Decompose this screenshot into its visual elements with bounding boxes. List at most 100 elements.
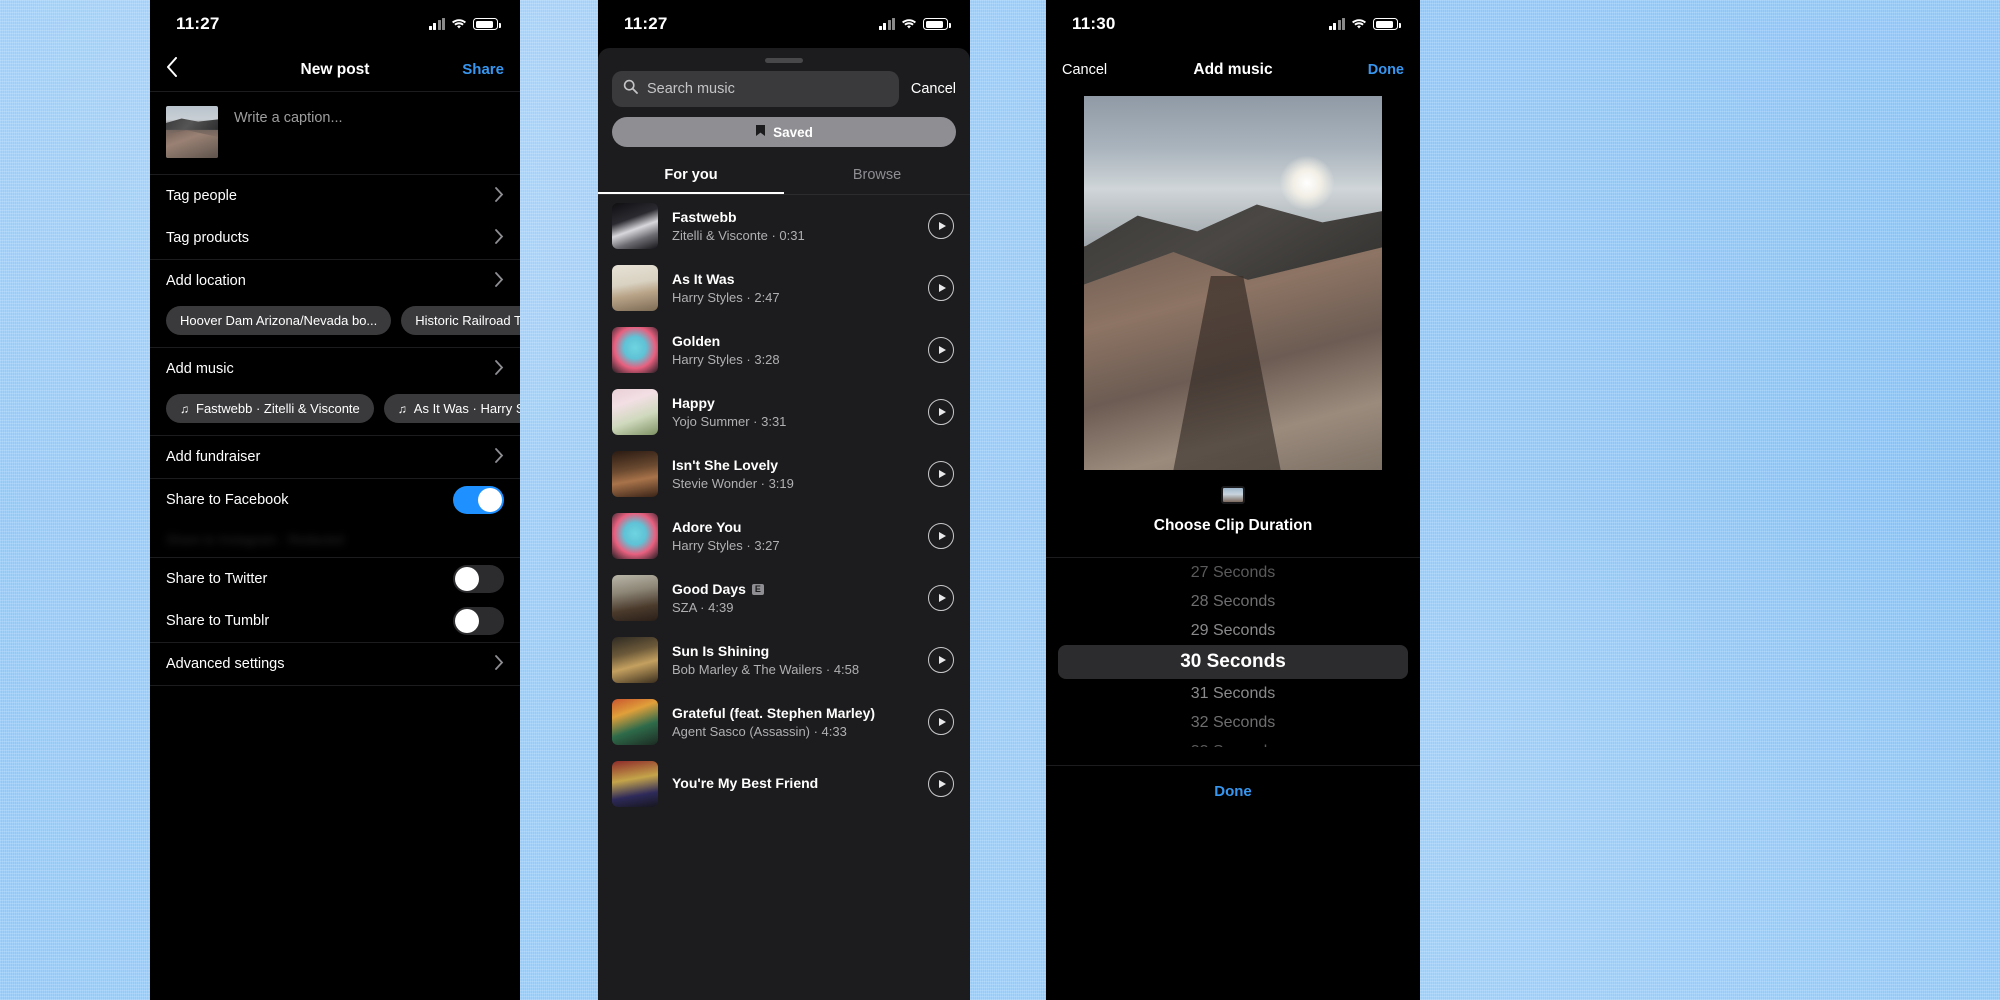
row-tag-people[interactable]: Tag people bbox=[150, 175, 520, 217]
toggle-row-facebook: Share to Facebook bbox=[150, 479, 520, 521]
music-note-icon: ♫ bbox=[180, 401, 189, 416]
play-button[interactable] bbox=[928, 337, 954, 363]
list-item[interactable]: You're My Best Friend bbox=[598, 753, 970, 815]
album-art bbox=[612, 575, 658, 621]
share-to-facebook-toggle[interactable] bbox=[453, 486, 504, 514]
play-button[interactable] bbox=[928, 275, 954, 301]
battery-icon bbox=[473, 18, 501, 30]
list-item[interactable]: Isn't She Lovely Stevie Wonder · 3:19 bbox=[598, 443, 970, 505]
chevron-right-icon bbox=[495, 186, 504, 206]
cellular-signal-icon bbox=[878, 18, 895, 30]
song-subtitle: SZA · 4:39 bbox=[672, 600, 734, 615]
cancel-button[interactable]: Cancel bbox=[911, 81, 956, 97]
row-add-location[interactable]: Add location bbox=[150, 260, 520, 302]
song-title: As It Was bbox=[672, 271, 735, 287]
panel-add-music-search: 11:27 Search music Cancel Saved For you … bbox=[598, 0, 970, 1000]
album-art bbox=[612, 389, 658, 435]
chip-label: Historic Railroad Tunnel bbox=[415, 313, 520, 328]
play-button[interactable] bbox=[928, 213, 954, 239]
media-preview[interactable] bbox=[1084, 96, 1382, 470]
chip-label: Fastwebb · Zitelli & Visconte bbox=[196, 401, 360, 416]
sheet-grabber[interactable] bbox=[765, 58, 803, 63]
album-art bbox=[612, 265, 658, 311]
row-label: Add music bbox=[166, 361, 234, 377]
song-title: Sun Is Shining bbox=[672, 643, 770, 659]
music-chip-list: ♫ Fastwebb · Zitelli & Visconte ♫ As It … bbox=[150, 390, 520, 435]
search-input[interactable]: Search music bbox=[612, 71, 899, 107]
wifi-icon bbox=[901, 18, 917, 30]
location-chip[interactable]: Historic Railroad Tunnel bbox=[401, 306, 520, 335]
list-item[interactable]: Sun Is Shining Bob Marley & The Wailers … bbox=[598, 629, 970, 691]
tab-browse[interactable]: Browse bbox=[784, 157, 970, 194]
saved-filter-button[interactable]: Saved bbox=[612, 117, 956, 147]
wifi-icon bbox=[1351, 18, 1367, 30]
list-item[interactable]: Adore You Harry Styles · 3:27 bbox=[598, 505, 970, 567]
list-item[interactable]: Grateful (feat. Stephen Marley) Agent Sa… bbox=[598, 691, 970, 753]
music-chip[interactable]: ♫ As It Was · Harry Styles bbox=[383, 394, 520, 423]
duration-option-selected[interactable]: 30 Seconds bbox=[1058, 645, 1408, 679]
caption-row[interactable]: Write a caption... bbox=[150, 92, 520, 175]
row-add-fundraiser[interactable]: Add fundraiser bbox=[150, 436, 520, 478]
play-button[interactable] bbox=[928, 461, 954, 487]
status-time: 11:27 bbox=[624, 14, 668, 33]
panel-clip-duration: 11:30 Cancel Add music Done Choose Clip … bbox=[1046, 0, 1420, 1000]
play-button[interactable] bbox=[928, 399, 954, 425]
song-meta: Isn't She Lovely Stevie Wonder · 3:19 bbox=[672, 457, 914, 491]
chip-label: Hoover Dam Arizona/Nevada bo... bbox=[180, 313, 378, 328]
play-button[interactable] bbox=[928, 771, 954, 797]
row-tag-products[interactable]: Tag products bbox=[150, 217, 520, 259]
tab-for-you[interactable]: For you bbox=[598, 157, 784, 194]
duration-option[interactable]: 27 Seconds bbox=[1046, 558, 1420, 587]
list-item[interactable]: Good Days E SZA · 4:39 bbox=[598, 567, 970, 629]
list-item[interactable]: Fastwebb Zitelli & Visconte · 0:31 bbox=[598, 195, 970, 257]
search-row: Search music Cancel bbox=[598, 71, 970, 117]
album-art bbox=[612, 203, 658, 249]
song-subtitle: Agent Sasco (Assassin) · 4:33 bbox=[672, 724, 847, 739]
status-bar: 11:27 bbox=[150, 0, 520, 48]
gallery-icon[interactable] bbox=[1221, 486, 1245, 504]
play-button[interactable] bbox=[928, 709, 954, 735]
duration-option[interactable]: 31 Seconds bbox=[1046, 679, 1420, 708]
cancel-button[interactable]: Cancel bbox=[1062, 62, 1107, 78]
bookmark-icon bbox=[755, 124, 766, 140]
list-item[interactable]: Golden Harry Styles · 3:28 bbox=[598, 319, 970, 381]
duration-option[interactable]: 28 Seconds bbox=[1046, 587, 1420, 616]
blurred-account-row: Share to Instagram · Redacted bbox=[166, 531, 344, 547]
post-thumbnail[interactable] bbox=[166, 106, 218, 158]
song-subtitle: Bob Marley & The Wailers · 4:58 bbox=[672, 662, 860, 677]
play-button[interactable] bbox=[928, 585, 954, 611]
done-button[interactable]: Done bbox=[1368, 62, 1404, 78]
toggle-row-tumblr: Share to Tumblr bbox=[150, 600, 520, 642]
song-meta: Happy Yojo Summer · 3:31 bbox=[672, 395, 914, 429]
caption-input[interactable]: Write a caption... bbox=[234, 106, 343, 126]
music-chip[interactable]: ♫ Fastwebb · Zitelli & Visconte bbox=[166, 394, 374, 423]
duration-option[interactable]: 33 Seconds bbox=[1046, 737, 1420, 748]
done-bottom-button[interactable]: Done bbox=[1046, 765, 1420, 800]
row-advanced-settings[interactable]: Advanced settings bbox=[150, 643, 520, 685]
song-title: Adore You bbox=[672, 519, 742, 535]
toggle-label: Share to Twitter bbox=[166, 571, 268, 587]
album-art bbox=[612, 327, 658, 373]
play-button[interactable] bbox=[928, 523, 954, 549]
chevron-right-icon bbox=[495, 447, 504, 467]
play-button[interactable] bbox=[928, 647, 954, 673]
row-add-music[interactable]: Add music bbox=[150, 348, 520, 390]
song-meta: Adore You Harry Styles · 3:27 bbox=[672, 519, 914, 553]
battery-icon bbox=[923, 18, 951, 30]
share-to-twitter-toggle[interactable] bbox=[453, 565, 504, 593]
duration-picker[interactable]: 27 Seconds 28 Seconds 29 Seconds 30 Seco… bbox=[1046, 557, 1420, 747]
list-item[interactable]: Happy Yojo Summer · 3:31 bbox=[598, 381, 970, 443]
duration-option[interactable]: 32 Seconds bbox=[1046, 708, 1420, 737]
saved-label: Saved bbox=[773, 124, 813, 140]
share-button[interactable]: Share bbox=[462, 61, 504, 78]
back-chevron-icon[interactable] bbox=[166, 57, 192, 82]
song-title: Isn't She Lovely bbox=[672, 457, 779, 473]
location-chip[interactable]: Hoover Dam Arizona/Nevada bo... bbox=[166, 306, 392, 335]
divider bbox=[150, 685, 520, 686]
song-meta: You're My Best Friend bbox=[672, 775, 914, 794]
explicit-badge: E bbox=[751, 583, 764, 595]
share-to-tumblr-toggle[interactable] bbox=[453, 607, 504, 635]
list-item[interactable]: As It Was Harry Styles · 2:47 bbox=[598, 257, 970, 319]
album-art bbox=[612, 451, 658, 497]
duration-option[interactable]: 29 Seconds bbox=[1046, 616, 1420, 645]
